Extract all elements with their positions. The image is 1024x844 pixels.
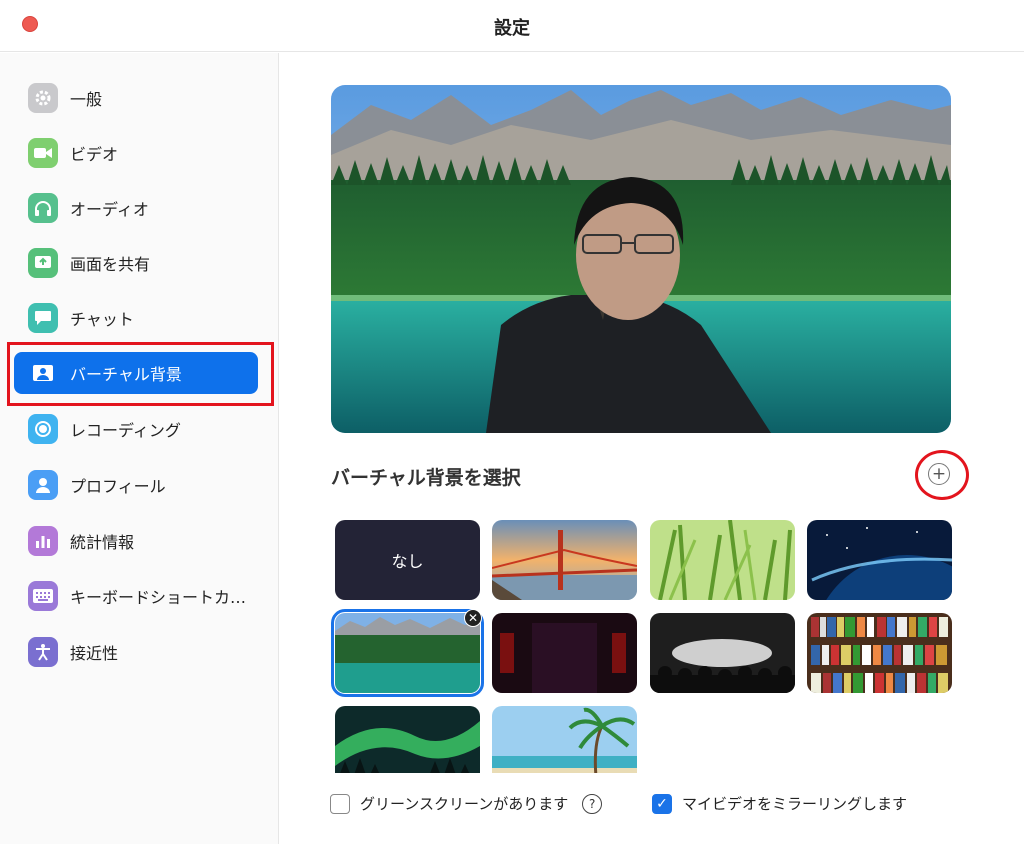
video-preview [331,85,951,433]
thumbnail-grass[interactable] [650,520,795,600]
sidebar-item-label: 統計情報 [70,533,135,552]
sidebar-item-profile[interactable]: プロフィール [14,464,258,506]
record-icon [28,414,58,444]
sidebar-item-label: レコーディング [70,421,181,440]
annotation-highlight-box [7,342,274,406]
accessibility-icon [28,637,58,667]
window-title: 設定 [494,18,530,39]
thumbnail-tropical-beach[interactable] [492,706,637,773]
sidebar-item-video[interactable]: ビデオ [14,132,258,174]
video-camera-icon [28,138,58,168]
sidebar-item-label: キーボードショートカ… [70,588,247,607]
thumbnail-none[interactable]: なし [335,520,480,600]
sidebar-item-recording[interactable]: レコーディング [14,408,258,450]
green-screen-option[interactable]: グリーンスクリーンがあります ? [330,793,603,814]
thumbnail-concert-crowd[interactable] [650,613,795,693]
thumbnail-dark-stage[interactable] [492,613,637,693]
gear-icon [28,83,58,113]
sidebar-item-accessibility[interactable]: 接近性 [14,631,258,673]
sidebar-item-label: 一般 [70,90,103,109]
thumbnail-scroll-area[interactable] [331,703,956,773]
sidebar-item-label: プロフィール [70,477,166,496]
main-panel: バーチャル背景を選択 + なし ✕ グリーンスクリーンがあります ? ✓ マイビ… [280,53,1024,844]
chat-bubble-icon [28,303,58,333]
mirror-video-checkbox[interactable]: ✓ [652,793,672,814]
sidebar-item-keyboard-shortcuts[interactable]: キーボードショートカ… [14,575,258,617]
sidebar-item-share-screen[interactable]: 画面を共有 [14,242,258,284]
sidebar: 一般 ビデオ オーディオ 画面を共有 チャット バーチャル背景 レコーディング … [0,53,279,844]
thumbnail-label: なし [391,552,424,571]
sidebar-item-general[interactable]: 一般 [14,77,258,119]
sidebar-item-audio[interactable]: オーディオ [14,187,258,229]
help-icon[interactable]: ? [582,793,603,814]
headphones-icon [28,193,58,223]
title-bar: 設定 [0,0,1024,52]
sidebar-item-label: オーディオ [70,200,149,219]
mirror-video-label: マイビデオをミラーリングします [682,795,908,813]
annotation-highlight-circle [915,450,969,500]
sidebar-item-label: ビデオ [70,145,119,164]
thumbnail-mountain-lake[interactable] [331,609,484,697]
thumbnail-earth-from-space[interactable] [807,520,952,600]
stats-icon [28,526,58,556]
sidebar-item-chat[interactable]: チャット [14,297,258,339]
thumbnail-bookshelf[interactable] [807,613,952,693]
profile-icon [28,470,58,500]
mirror-video-option[interactable]: ✓ マイビデオをミラーリングします [652,793,907,814]
sidebar-item-statistics[interactable]: 統計情報 [14,520,258,562]
delete-thumbnail-button[interactable]: ✕ [464,609,482,627]
thumbnail-golden-gate-bridge[interactable] [492,520,637,600]
share-screen-icon [28,248,58,278]
green-screen-checkbox[interactable] [330,793,350,814]
sidebar-item-label: 接近性 [70,644,119,663]
green-screen-label: グリーンスクリーンがあります [360,795,569,813]
sidebar-item-label: チャット [70,310,134,329]
sidebar-item-label: 画面を共有 [70,255,151,274]
thumbnail-aurora[interactable] [335,706,480,773]
keyboard-icon [28,581,58,611]
section-title: バーチャル背景を選択 [331,467,521,489]
